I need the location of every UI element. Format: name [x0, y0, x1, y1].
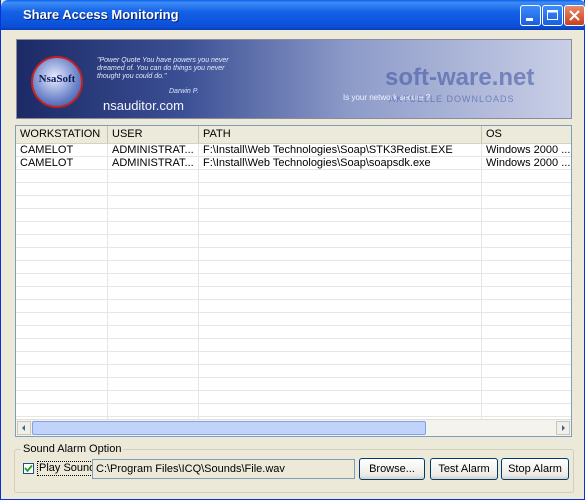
cell-user: ADMINISTRAT... — [112, 144, 194, 156]
scroll-left-button[interactable] — [17, 421, 31, 435]
logo-text: NsaSoft — [38, 73, 76, 85]
arrow-right-icon — [562, 425, 565, 431]
scrollbar-thumb[interactable] — [32, 421, 426, 435]
window-title: Share Access Monitoring — [23, 7, 179, 22]
scroll-right-button[interactable] — [556, 421, 570, 435]
banner-site: nsauditor.com — [103, 98, 184, 113]
close-icon — [569, 10, 580, 21]
cell-os: Windows 2000 ... — [486, 157, 571, 169]
sound-file-path-field[interactable]: C:\Program Files\ICQ\Sounds\File.wav — [92, 459, 355, 479]
cell-path: F:\Install\Web Technologies\Soap\soapsdk… — [203, 157, 431, 169]
column-header-user[interactable]: USER — [108, 126, 199, 143]
cell-user: ADMINISTRAT... — [112, 157, 194, 169]
checkmark-icon — [24, 464, 33, 473]
maximize-icon — [547, 10, 558, 20]
play-sound-checkbox[interactable] — [23, 463, 34, 474]
watermark: soft-ware.net — [385, 64, 535, 91]
access-list[interactable]: WORKSTATION USER PATH OS CAMELOT ADMINIS… — [15, 125, 572, 437]
play-sound-label[interactable]: Play Sound — [37, 461, 98, 476]
cell-os: Windows 2000 ... — [486, 144, 571, 156]
arrow-left-icon — [22, 425, 25, 431]
cell-path: F:\Install\Web Technologies\Soap\STK3Red… — [203, 144, 453, 156]
banner-quote: "Power Quote You have powers you never d… — [97, 57, 229, 80]
column-divider — [481, 144, 482, 421]
column-divider — [198, 144, 199, 421]
horizontal-scrollbar[interactable] — [16, 419, 571, 436]
column-header-os[interactable]: OS — [482, 126, 571, 143]
title-bar[interactable]: Share Access Monitoring — [1, 0, 585, 30]
minimize-button[interactable] — [520, 5, 541, 26]
share-access-window: Share Access Monitoring NsaSoft "Power Q… — [0, 0, 585, 500]
banner-author: Darwin P. — [169, 88, 199, 95]
list-rows — [16, 144, 571, 421]
cell-workstation: CAMELOT — [20, 144, 74, 156]
list-header: WORKSTATION USER PATH OS — [16, 126, 571, 144]
table-row[interactable]: CAMELOT ADMINISTRAT... F:\Install\Web Te… — [16, 157, 571, 170]
minimize-icon — [526, 18, 533, 21]
sound-alarm-group-label: Sound Alarm Option — [21, 443, 124, 455]
test-alarm-button[interactable]: Test Alarm — [430, 458, 498, 480]
maximize-button[interactable] — [542, 5, 563, 26]
browse-button[interactable]: Browse... — [359, 458, 425, 480]
column-divider — [107, 144, 108, 421]
cell-workstation: CAMELOT — [20, 157, 74, 169]
stop-alarm-button[interactable]: Stop Alarm — [501, 458, 569, 480]
column-header-path[interactable]: PATH — [199, 126, 482, 143]
table-row[interactable]: CAMELOT ADMINISTRAT... F:\Install\Web Te… — [16, 144, 571, 157]
nsasoft-banner: NsaSoft "Power Quote You have powers you… — [16, 39, 572, 119]
close-button[interactable] — [564, 5, 585, 26]
watermark-sub: AKTUELLE DOWNLOADS — [389, 94, 515, 104]
column-header-workstation[interactable]: WORKSTATION — [16, 126, 108, 143]
